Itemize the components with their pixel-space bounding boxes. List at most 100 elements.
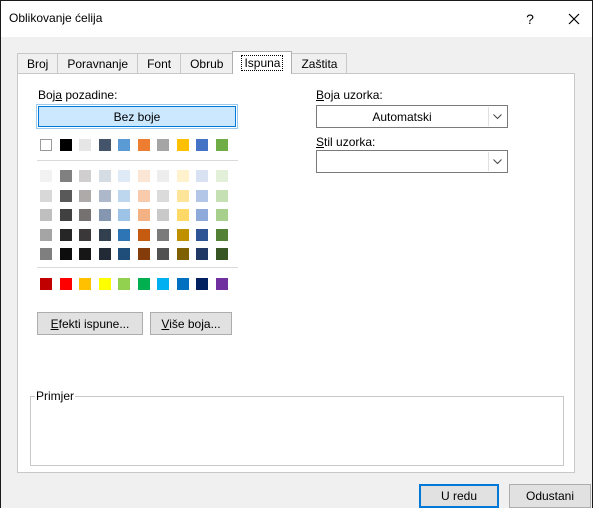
theme-shade-swatch[interactable] bbox=[176, 228, 189, 241]
close-button[interactable] bbox=[557, 4, 591, 34]
theme-shade-swatch[interactable] bbox=[118, 209, 130, 221]
theme-shade-swatch[interactable] bbox=[196, 170, 208, 182]
theme-shade-swatch[interactable] bbox=[40, 170, 52, 182]
theme-shade-swatch[interactable] bbox=[79, 228, 91, 241]
help-icon: ? bbox=[526, 11, 534, 27]
tab-border[interactable]: Obrub bbox=[180, 53, 234, 74]
tab-font[interactable]: Font bbox=[137, 53, 182, 74]
theme-shade-swatch[interactable] bbox=[79, 189, 91, 202]
tab-label: Font bbox=[147, 57, 172, 71]
theme-shade-swatch[interactable] bbox=[176, 189, 189, 202]
theme-shade-swatch[interactable] bbox=[59, 248, 72, 260]
theme-shade-swatch[interactable] bbox=[40, 248, 52, 260]
theme-shade-swatch[interactable] bbox=[59, 228, 72, 241]
tab-number[interactable]: Broj bbox=[17, 53, 59, 74]
tab-protection[interactable]: Zaštita bbox=[291, 53, 348, 74]
theme-color-swatch[interactable] bbox=[176, 139, 189, 151]
theme-color-swatch[interactable] bbox=[196, 139, 208, 151]
pattern-style-dropdown[interactable] bbox=[316, 150, 508, 173]
theme-shade-swatch[interactable] bbox=[215, 189, 228, 202]
theme-color-swatch[interactable] bbox=[98, 139, 111, 151]
theme-shade-swatch[interactable] bbox=[98, 228, 111, 241]
help-button[interactable]: ? bbox=[515, 4, 545, 34]
theme-shade-swatch[interactable] bbox=[40, 228, 52, 241]
theme-shade-swatch[interactable] bbox=[196, 248, 208, 260]
cancel-button[interactable]: Odustani bbox=[509, 484, 591, 508]
tab-alignment[interactable]: Poravnanje bbox=[57, 53, 139, 74]
theme-shade-swatch[interactable] bbox=[196, 189, 208, 202]
theme-shade-swatch[interactable] bbox=[40, 189, 52, 202]
theme-shade-swatch[interactable] bbox=[157, 248, 169, 260]
theme-shade-swatch[interactable] bbox=[176, 209, 189, 221]
theme-shade-swatch[interactable] bbox=[118, 189, 130, 202]
theme-color-swatch[interactable] bbox=[137, 139, 150, 151]
standard-color-swatch[interactable] bbox=[215, 278, 228, 290]
theme-shade-swatch[interactable] bbox=[98, 170, 111, 182]
theme-shade-swatch[interactable] bbox=[79, 248, 91, 260]
theme-shade-swatch[interactable] bbox=[137, 248, 150, 260]
fill-effects-label: Efekti ispune... bbox=[50, 316, 130, 331]
theme-color-swatch[interactable] bbox=[157, 139, 169, 151]
format-cells-dialog: Oblikovanje ćelija ? Broj Poravnanje Fon… bbox=[0, 0, 593, 508]
theme-shade-swatch[interactable] bbox=[118, 248, 130, 260]
theme-shade-swatch[interactable] bbox=[137, 209, 150, 221]
theme-shade-swatch[interactable] bbox=[40, 209, 52, 221]
no-color-button[interactable]: Bez boje bbox=[36, 104, 238, 129]
standard-color-swatch[interactable] bbox=[137, 278, 150, 290]
theme-shade-swatch[interactable] bbox=[59, 170, 72, 182]
theme-shade-swatch[interactable] bbox=[137, 189, 150, 202]
theme-shade-swatch[interactable] bbox=[215, 228, 228, 241]
theme-color-swatch[interactable] bbox=[40, 139, 52, 151]
theme-shade-swatch[interactable] bbox=[59, 189, 72, 202]
theme-shade-swatch[interactable] bbox=[59, 209, 72, 221]
theme-shade-swatch[interactable] bbox=[196, 228, 208, 241]
theme-shade-swatch[interactable] bbox=[215, 248, 228, 260]
theme-color-swatch[interactable] bbox=[215, 139, 228, 151]
theme-shade-swatch[interactable] bbox=[176, 248, 189, 260]
close-icon bbox=[568, 13, 580, 25]
pattern-color-label: Boja uzorka: bbox=[316, 88, 383, 102]
cancel-label: Odustani bbox=[525, 489, 575, 503]
theme-color-swatch[interactable] bbox=[79, 139, 91, 151]
tab-label: Poravnanje bbox=[67, 57, 129, 71]
theme-color-swatch[interactable] bbox=[118, 139, 130, 151]
standard-color-swatch[interactable] bbox=[157, 278, 169, 290]
theme-shade-swatch[interactable] bbox=[157, 228, 169, 241]
theme-shade-swatch[interactable] bbox=[157, 170, 169, 182]
fill-effects-button[interactable]: Efekti ispune... bbox=[37, 312, 143, 335]
standard-color-swatch[interactable] bbox=[79, 278, 91, 290]
theme-shade-swatch[interactable] bbox=[215, 209, 228, 221]
standard-color-swatch[interactable] bbox=[118, 278, 130, 290]
standard-color-swatch[interactable] bbox=[59, 278, 72, 290]
fill-panel: Boja pozadine: Bez boje Efekti ispune...… bbox=[17, 73, 575, 473]
theme-shade-swatch[interactable] bbox=[79, 170, 91, 182]
theme-color-swatch[interactable] bbox=[59, 139, 72, 151]
standard-color-swatch[interactable] bbox=[98, 278, 111, 290]
theme-shade-swatch[interactable] bbox=[137, 228, 150, 241]
ok-button[interactable]: U redu bbox=[419, 484, 499, 508]
more-colors-button[interactable]: Više boja... bbox=[150, 312, 232, 335]
theme-shade-swatch[interactable] bbox=[176, 170, 189, 182]
theme-shade-swatch[interactable] bbox=[79, 209, 91, 221]
theme-shade-swatch[interactable] bbox=[98, 209, 111, 221]
pattern-color-value: Automatski bbox=[372, 110, 432, 124]
theme-shade-swatch[interactable] bbox=[215, 170, 228, 182]
theme-shade-swatch[interactable] bbox=[157, 209, 169, 221]
pattern-color-dropdown[interactable]: Automatski bbox=[316, 105, 508, 128]
background-color-label: Boja pozadine: bbox=[38, 88, 118, 102]
pattern-style-label: Stil uzorka: bbox=[316, 135, 376, 149]
theme-shade-swatch[interactable] bbox=[196, 209, 208, 221]
theme-shade-swatch[interactable] bbox=[118, 228, 130, 241]
theme-shade-swatch[interactable] bbox=[98, 248, 111, 260]
theme-shade-swatch[interactable] bbox=[137, 170, 150, 182]
standard-color-swatch[interactable] bbox=[176, 278, 189, 290]
title-bar: Oblikovanje ćelija ? bbox=[1, 0, 592, 37]
tab-fill[interactable]: Ispuna bbox=[232, 51, 293, 74]
tab-label: Obrub bbox=[190, 57, 224, 71]
standard-color-swatch[interactable] bbox=[196, 278, 208, 290]
theme-shade-swatch[interactable] bbox=[98, 189, 111, 202]
theme-shade-swatch[interactable] bbox=[157, 189, 169, 202]
more-colors-label: Više boja... bbox=[161, 316, 221, 331]
theme-shade-swatch[interactable] bbox=[118, 170, 130, 182]
standard-color-swatch[interactable] bbox=[40, 278, 52, 290]
